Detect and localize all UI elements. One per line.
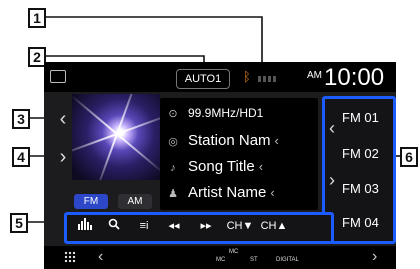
stereo-indicator: ST bbox=[250, 257, 258, 263]
preset-fm-01[interactable]: FM 01 bbox=[342, 108, 390, 128]
artist-name-row[interactable]: ♟ Artist Name ‹ bbox=[166, 182, 275, 204]
station-name-row[interactable]: ◎ Station Nam ‹ bbox=[166, 130, 279, 152]
mc-indicator-top: MC bbox=[229, 249, 239, 255]
channel-up-button[interactable]: CH▲ bbox=[258, 218, 290, 234]
song-title-row[interactable]: ♪ Song Title ‹ bbox=[166, 156, 263, 178]
signal-bars-icon bbox=[258, 76, 278, 82]
chevron-right-icon[interactable]: › bbox=[326, 170, 338, 191]
clock-time: 10:00 bbox=[324, 64, 385, 91]
bluetooth-icon: ᛒ bbox=[243, 69, 251, 84]
preset-fm-04[interactable]: FM 04 bbox=[342, 213, 390, 233]
chevron-left-icon[interactable]: ‹ bbox=[98, 248, 103, 266]
hd-radio-icon: ⊙ bbox=[168, 108, 178, 120]
preset-fm-02[interactable]: FM 02 bbox=[342, 144, 390, 164]
frequency-row: ⊙ 99.9MHz/HD1 bbox=[166, 102, 263, 124]
seek-forward-icon[interactable]: ▸▸ bbox=[192, 218, 220, 234]
auto-mode-badge[interactable]: AUTO1 bbox=[176, 69, 230, 89]
band-am-button[interactable]: AM bbox=[118, 194, 152, 209]
chevron-left-icon: ‹ bbox=[274, 133, 279, 148]
chevron-left-icon[interactable]: ‹ bbox=[56, 104, 70, 134]
callout-3: 3 bbox=[12, 109, 30, 129]
callout-4: 4 bbox=[12, 147, 30, 167]
seek-back-icon[interactable]: ◂◂ bbox=[160, 218, 188, 234]
band-fm-button[interactable]: FM bbox=[74, 194, 108, 209]
broadcast-icon: ◎ bbox=[168, 136, 178, 148]
person-icon: ♟ bbox=[168, 188, 178, 200]
digital-indicator: DIGITAL bbox=[276, 257, 299, 263]
clock-ampm: AM bbox=[307, 70, 322, 81]
search-icon[interactable] bbox=[100, 218, 128, 234]
chevron-right-icon[interactable]: › bbox=[372, 248, 377, 266]
chevron-left-icon[interactable]: ‹ bbox=[326, 118, 338, 139]
callout-6: 6 bbox=[400, 147, 418, 167]
artist-name-text: Artist Name bbox=[188, 184, 267, 201]
station-name-text: Station Nam bbox=[188, 132, 271, 149]
song-title-text: Song Title bbox=[188, 158, 255, 175]
chevron-right-icon[interactable]: › bbox=[56, 142, 70, 172]
chevron-left-icon: ‹ bbox=[258, 159, 264, 174]
source-icon[interactable] bbox=[50, 70, 66, 83]
chevron-left-icon: ‹ bbox=[270, 185, 275, 200]
equalizer-icon[interactable] bbox=[72, 218, 100, 234]
channel-down-button[interactable]: CH▼ bbox=[224, 218, 256, 234]
frequency-text: 99.9MHz/HD1 bbox=[188, 106, 264, 120]
music-note-icon: ♪ bbox=[170, 162, 176, 174]
info-list-button[interactable]: ≡i bbox=[130, 218, 158, 234]
album-artwork bbox=[72, 94, 160, 180]
preset-fm-03[interactable]: FM 03 bbox=[342, 179, 390, 199]
mc-indicator: MC bbox=[216, 257, 226, 263]
callout-5: 5 bbox=[10, 213, 28, 233]
callout-1: 1 bbox=[28, 8, 46, 28]
menu-grid-icon[interactable] bbox=[64, 251, 76, 263]
